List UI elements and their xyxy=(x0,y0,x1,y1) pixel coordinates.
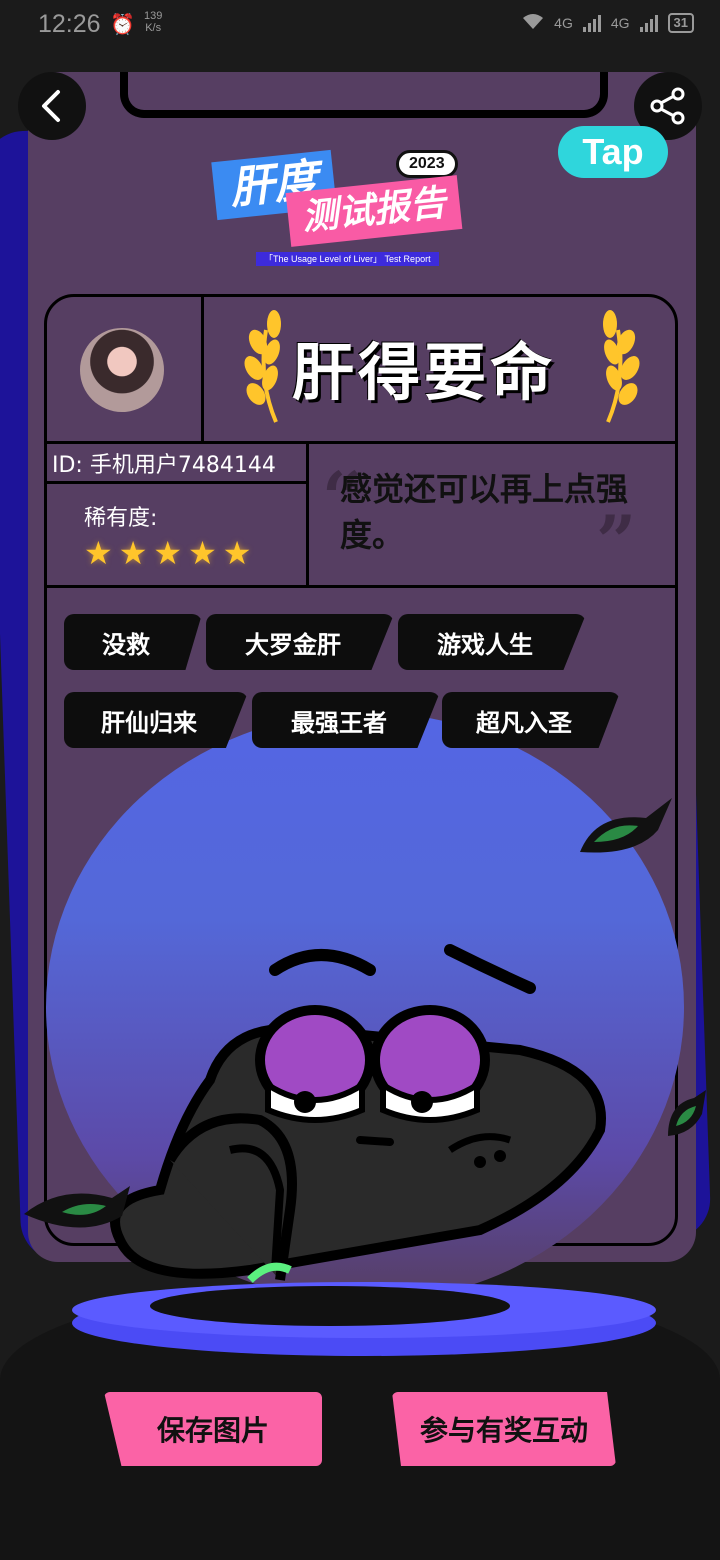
tag: 没救 xyxy=(64,614,202,670)
liver-mascot-illustration xyxy=(110,944,606,1283)
leaf-icon xyxy=(580,798,672,853)
tag: 最强王者 xyxy=(252,692,440,748)
rank-title: 肝得要命 xyxy=(292,336,557,409)
tag: 肝仙归来 xyxy=(64,692,248,748)
star-icon: ★ xyxy=(118,534,148,572)
network-type-2: 4G xyxy=(610,14,630,31)
network-speed: 139 K/s xyxy=(144,10,162,34)
status-icons: 4G 4G 31 xyxy=(522,12,694,33)
network-speed-unit: K/s xyxy=(145,22,162,34)
status-time: 12:26 xyxy=(38,10,101,38)
avatar xyxy=(80,328,164,412)
rarity-stars: ★ ★ ★ ★ ★ xyxy=(84,534,251,572)
tap-logo: Tap xyxy=(558,126,668,178)
comment-text: 感觉还可以再上点强度。 xyxy=(340,470,629,554)
wheat-laurel-icon xyxy=(603,310,640,423)
report-logo: 肝度 2023 测试报告 「The Usage Level of Liver」 … xyxy=(210,149,510,268)
rarity-label: 稀有度: xyxy=(84,506,158,531)
network-speed-value: 139 xyxy=(144,10,163,22)
user-id: ID: 手机用户7484144 xyxy=(52,453,276,478)
alarm-icon: ⏰ xyxy=(110,12,135,36)
signal-icon-2 xyxy=(639,14,658,32)
star-icon: ★ xyxy=(222,534,252,572)
network-type-1: 4G xyxy=(554,14,573,31)
wifi-icon xyxy=(522,12,544,33)
join-interaction-button[interactable]: 参与有奖互动 xyxy=(392,1392,616,1466)
divider xyxy=(201,296,204,443)
divider xyxy=(46,441,676,444)
tag: 游戏人生 xyxy=(398,614,586,670)
leaf-icon xyxy=(668,1090,706,1136)
divider xyxy=(46,585,676,588)
logo-subtitle: 「The Usage Level of Liver」 Test Report xyxy=(256,252,439,266)
back-button[interactable] xyxy=(18,72,86,140)
tag: 大罗金肝 xyxy=(206,614,394,670)
chevron-left-icon xyxy=(42,90,60,122)
logo-year: 2023 xyxy=(396,150,458,178)
card-notch xyxy=(120,72,608,118)
share-icon xyxy=(650,87,685,125)
divider xyxy=(306,441,309,587)
signal-icon xyxy=(582,14,601,32)
wheat-laurel-icon xyxy=(244,310,281,423)
star-icon: ★ xyxy=(153,534,183,572)
tag: 超凡入圣 xyxy=(442,692,620,748)
battery-icon: 31 xyxy=(667,12,694,33)
star-icon: ★ xyxy=(84,534,113,572)
status-bar: 12:26 ⏰ 139 K/s 4G 4G 31 xyxy=(0,0,720,54)
divider xyxy=(46,481,308,484)
save-image-button[interactable]: 保存图片 xyxy=(104,1392,322,1466)
leaf-icon xyxy=(24,1186,130,1228)
star-icon: ★ xyxy=(188,534,217,572)
